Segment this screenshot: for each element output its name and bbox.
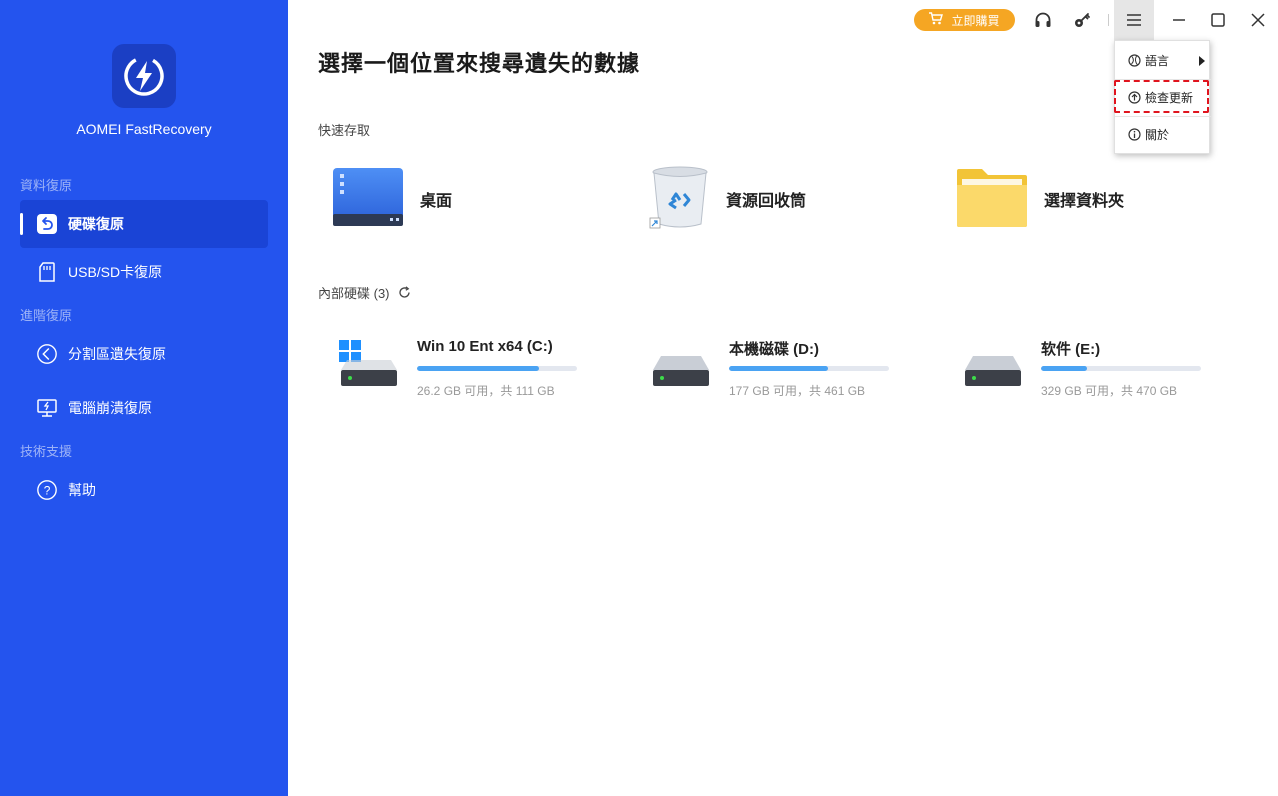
app-logo-icon <box>112 44 176 108</box>
support-headset-icon[interactable] <box>1031 8 1055 32</box>
sidebar-item-help[interactable]: ? 幫助 <box>20 466 268 514</box>
monitor-crash-icon <box>36 397 58 419</box>
minimize-icon[interactable] <box>1167 8 1191 32</box>
active-indicator <box>20 213 23 235</box>
system-drive-icon <box>339 338 403 390</box>
hard-drive-icon <box>963 338 1027 390</box>
sd-card-icon <box>36 261 58 283</box>
sidebar-item-partition[interactable]: 分割區遺失復原 <box>20 330 268 378</box>
quick-access-label: 快速存取 <box>318 123 371 138</box>
drive-info: 329 GB 可用，共 470 GB <box>1041 384 1178 398</box>
quick-access-heading: 快速存取 <box>318 120 370 139</box>
sidebar-item-pc-crash[interactable]: 電腦崩潰復原 <box>20 384 268 432</box>
page-title: 選擇一個位置來搜尋遺失的數據 <box>318 51 641 76</box>
drive-usage-fill <box>1041 366 1088 371</box>
internal-drives-heading: 內部硬碟 (3) <box>318 283 411 302</box>
drive-usage-bar <box>417 366 577 371</box>
titlebar-separator <box>1108 14 1109 26</box>
globe-icon <box>1127 53 1141 67</box>
help-icon: ? <box>36 479 58 501</box>
section-label-support: 技術支援 <box>20 444 73 459</box>
svg-text:?: ? <box>44 484 51 498</box>
sidebar-item-label: 分割區遺失復原 <box>68 346 166 362</box>
refresh-icon[interactable] <box>398 286 411 299</box>
hamburger-menu-icon[interactable] <box>1122 8 1146 32</box>
sidebar-item-label: 幫助 <box>68 482 96 498</box>
menu-item-label: 檢查更新 <box>1145 90 1194 105</box>
quick-item-recycle-bin[interactable]: 資源回收筒 <box>648 166 806 232</box>
drive-restore-icon <box>36 213 58 235</box>
drive-name: 软件 (E:) <box>1041 341 1101 358</box>
cart-icon <box>929 12 944 28</box>
folder-icon <box>956 165 1028 234</box>
internal-drives-label: 內部硬碟 (3) <box>318 286 390 301</box>
menu-item-label: 關於 <box>1145 127 1170 142</box>
drive-e[interactable]: 软件 (E:) 329 GB 可用，共 470 GB <box>963 334 1223 398</box>
buy-now-label: 立即購買 <box>951 13 1000 28</box>
sidebar-item-label: 硬碟復原 <box>68 216 124 232</box>
app-name: AOMEI FastRecovery <box>76 121 212 137</box>
menu-item-label: 語言 <box>1145 53 1170 68</box>
quick-item-label: 桌面 <box>420 193 453 210</box>
drive-info: 177 GB 可用，共 461 GB <box>729 384 866 398</box>
drive-name: 本機磁碟 (D:) <box>729 341 819 358</box>
sidebar-item-label: USB/SD卡復原 <box>68 264 163 280</box>
section-label-advanced: 進階復原 <box>20 308 73 323</box>
quick-item-select-folder[interactable]: 選擇資料夾 <box>956 166 1124 232</box>
drive-usage-fill <box>729 366 829 371</box>
sidebar-item-label: 電腦崩潰復原 <box>68 400 152 416</box>
license-key-icon[interactable] <box>1070 8 1094 32</box>
main-menu-dropdown: 語言 檢查更新 關於 <box>1114 40 1211 154</box>
close-icon[interactable] <box>1246 8 1270 32</box>
drive-usage-fill <box>417 366 539 371</box>
sidebar-item-disk-recovery[interactable]: 硬碟復原 <box>20 200 268 248</box>
quick-item-label: 資源回收筒 <box>726 193 807 210</box>
drive-c[interactable]: Win 10 Ent x64 (C:) 26.2 GB 可用，共 111 GB <box>339 334 599 398</box>
maximize-icon[interactable] <box>1206 8 1230 32</box>
desktop-icon <box>332 166 404 233</box>
quick-item-desktop[interactable]: 桌面 <box>332 166 452 232</box>
partition-icon <box>36 343 58 365</box>
sidebar: AOMEI FastRecovery 資料復原 硬碟復原 USB/SD卡復原 進… <box>0 0 288 796</box>
hard-drive-icon <box>651 338 715 390</box>
drive-usage-bar <box>729 366 889 371</box>
submenu-arrow-icon <box>1199 55 1205 69</box>
update-icon <box>1127 90 1141 104</box>
drive-d[interactable]: 本機磁碟 (D:) 177 GB 可用，共 461 GB <box>651 334 911 398</box>
sidebar-item-usb-sd[interactable]: USB/SD卡復原 <box>20 248 268 296</box>
recycle-bin-icon <box>648 164 710 235</box>
menu-item-check-update[interactable]: 檢查更新 <box>1115 80 1211 114</box>
drive-usage-bar <box>1041 366 1201 371</box>
section-label-data-recovery: 資料復原 <box>20 178 73 193</box>
drive-info: 26.2 GB 可用，共 111 GB <box>417 384 555 398</box>
menu-item-about[interactable]: 關於 <box>1115 117 1211 151</box>
buy-now-button[interactable]: 立即購買 <box>914 9 1015 31</box>
info-icon <box>1127 127 1141 141</box>
menu-item-language[interactable]: 語言 <box>1115 43 1211 77</box>
quick-item-label: 選擇資料夾 <box>1044 193 1125 210</box>
drive-name: Win 10 Ent x64 (C:) <box>417 338 553 355</box>
